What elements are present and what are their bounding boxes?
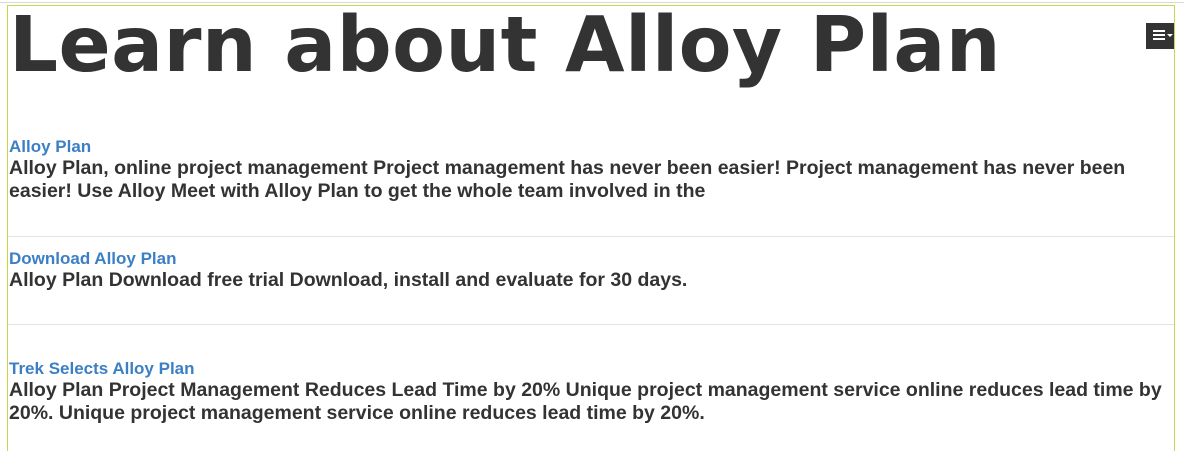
learn-widget: Learn about Alloy Plan Alloy Plan Alloy … [7, 5, 1175, 451]
result-description: Alloy Plan Project Management Reduces Le… [9, 379, 1162, 424]
caret-down-icon [1167, 34, 1173, 37]
result-title-link[interactable]: Alloy Plan [8, 137, 1174, 157]
widget-menu-button[interactable] [1146, 23, 1174, 49]
result-item: Download Alloy Plan Alloy Plan Download … [8, 249, 1174, 292]
page-title: Learn about Alloy Plan [9, 5, 1001, 90]
menu-icon [1153, 30, 1165, 41]
result-description: Alloy Plan Download free trial Download,… [9, 269, 688, 291]
result-item: Alloy Plan Alloy Plan, online project ma… [8, 137, 1174, 203]
result-title-link[interactable]: Trek Selects Alloy Plan [8, 359, 1174, 379]
result-divider [8, 236, 1174, 237]
result-title-link[interactable]: Download Alloy Plan [8, 249, 1174, 269]
result-divider [8, 324, 1174, 325]
page-top-border [0, 2, 1184, 3]
result-item: Trek Selects Alloy Plan Alloy Plan Proje… [8, 359, 1174, 425]
result-description: Alloy Plan, online project management Pr… [9, 157, 1126, 202]
